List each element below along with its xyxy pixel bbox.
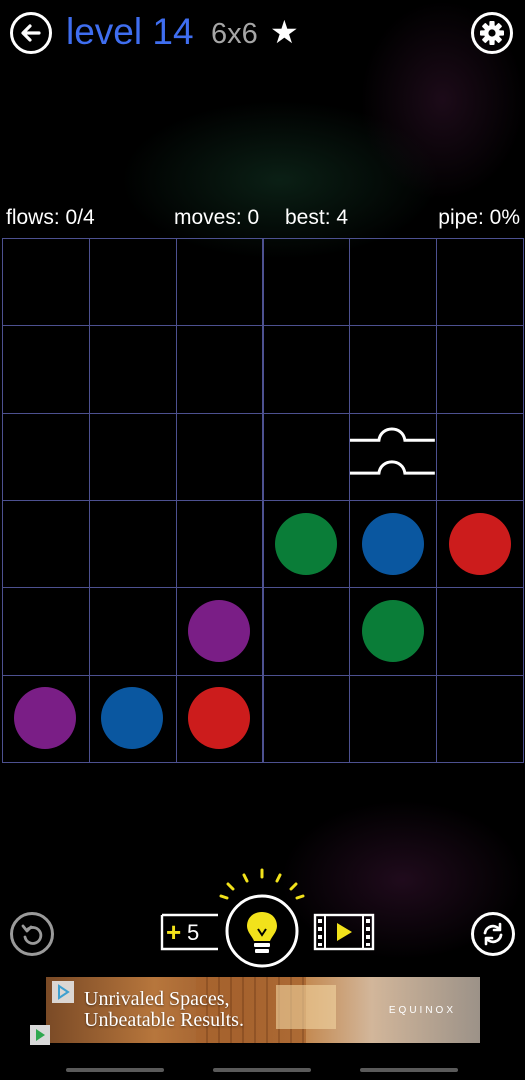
ad-brand-logo: EQUINOX	[388, 1005, 456, 1016]
flow-dot[interactable]	[274, 512, 337, 575]
board-cell[interactable]	[2, 238, 90, 327]
board-size-label: 6x6	[211, 18, 258, 50]
board-cell[interactable]	[349, 325, 438, 414]
ad-choices-icon[interactable]	[52, 981, 74, 1003]
board-cell[interactable]	[262, 325, 351, 414]
board-cell[interactable]	[88, 325, 177, 414]
ad-line-2: Unbeatable Results.	[84, 1009, 244, 1031]
back-button[interactable]	[10, 12, 52, 54]
hint-button[interactable]	[216, 866, 308, 970]
flow-dot[interactable]	[448, 512, 511, 575]
board-cell[interactable]	[175, 325, 264, 414]
board-cell[interactable]	[349, 674, 438, 763]
flow-dot[interactable]	[361, 600, 424, 662]
nav-hint-center	[213, 1068, 311, 1072]
best-score: best: 4	[285, 206, 349, 229]
nav-hint-right	[360, 1068, 458, 1072]
board-cell[interactable]	[436, 325, 524, 414]
board-cell[interactable]	[262, 412, 351, 501]
board-cell[interactable]	[88, 412, 177, 501]
board-cell[interactable]	[2, 325, 90, 414]
back-arrow-icon	[21, 24, 41, 42]
ad-headline: Unrivaled Spaces, Unbeatable Results.	[84, 989, 244, 1031]
pipe-percentage: pipe: 0%	[438, 206, 520, 229]
refresh-icon	[483, 922, 503, 946]
bridge-icon	[350, 427, 436, 475]
ad-line-1: Unrivaled Spaces,	[84, 988, 230, 1010]
board-cell[interactable]	[175, 238, 264, 327]
watch-video-button[interactable]	[313, 913, 375, 951]
board-cell[interactable]	[2, 412, 90, 501]
flow-dot[interactable]	[188, 600, 251, 662]
undo-icon	[21, 924, 43, 945]
lightbulb-icon	[219, 868, 305, 968]
flows-counter: flows: 0/4	[6, 206, 95, 229]
nav-hint-left	[66, 1068, 164, 1072]
settings-button[interactable]	[471, 12, 513, 54]
ad-banner[interactable]: Unrivaled Spaces, Unbeatable Results. EQ…	[46, 977, 480, 1043]
moves-counter: moves: 0	[174, 206, 260, 229]
board-cell[interactable]	[88, 587, 177, 676]
board-cell[interactable]	[436, 412, 524, 501]
restart-button[interactable]	[471, 912, 515, 956]
game-board[interactable]	[2, 238, 524, 763]
star-icon: ★	[270, 14, 299, 50]
board-cell[interactable]	[175, 412, 264, 501]
board-cell[interactable]	[262, 238, 351, 327]
gear-icon	[480, 21, 504, 45]
ad-corner-play-icon[interactable]	[30, 1025, 50, 1045]
flow-dot[interactable]	[361, 512, 424, 575]
board-cell[interactable]	[349, 238, 438, 327]
board-cell[interactable]	[436, 674, 524, 763]
board-cell[interactable]	[436, 587, 524, 676]
board-cell[interactable]	[175, 500, 264, 589]
hints-plus: +	[166, 917, 182, 947]
flow-dot[interactable]	[188, 687, 251, 750]
board-cell[interactable]	[88, 238, 177, 327]
hints-counter[interactable]: + 5	[160, 913, 220, 951]
hints-count: 5	[187, 920, 200, 945]
background-glow-green	[120, 100, 440, 260]
board-cell[interactable]	[2, 587, 90, 676]
ad-light-window	[276, 985, 336, 1029]
video-play-icon	[313, 913, 375, 951]
board-cell[interactable]	[88, 500, 177, 589]
board-cell[interactable]	[436, 238, 524, 327]
undo-button[interactable]	[10, 912, 54, 956]
board-cell[interactable]	[262, 587, 351, 676]
board-cell[interactable]	[262, 674, 351, 763]
level-title: level 14	[66, 11, 194, 52]
top-bar: level 14 6x6 ★	[0, 0, 525, 66]
board-cell[interactable]	[2, 500, 90, 589]
